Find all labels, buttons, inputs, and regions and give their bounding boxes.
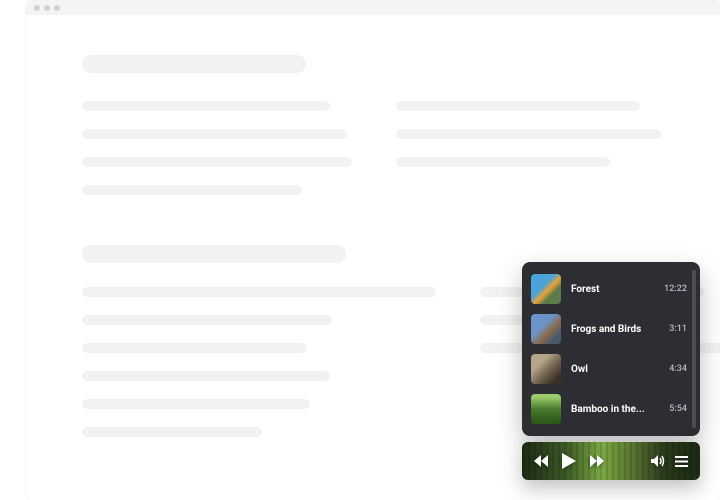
skeleton-line <box>82 129 347 139</box>
skeleton-line <box>82 343 307 353</box>
track-artwork <box>531 394 561 424</box>
player-controls <box>522 442 700 480</box>
track-title: Bamboo in the... <box>571 404 659 415</box>
skeleton-line <box>82 101 330 111</box>
track-duration: 4:34 <box>669 364 687 374</box>
skeleton-line <box>82 287 436 297</box>
traffic-light-close[interactable] <box>34 5 40 11</box>
volume-button[interactable] <box>651 455 665 467</box>
skeleton-title <box>82 55 306 73</box>
track-title: Forest <box>571 284 654 295</box>
track-artwork <box>531 274 561 304</box>
skeleton-line <box>396 129 661 139</box>
traffic-light-minimize[interactable] <box>44 5 50 11</box>
skeleton-columns-1 <box>82 101 664 195</box>
skeleton-line <box>82 185 302 195</box>
skeleton-line <box>82 427 262 437</box>
next-button[interactable] <box>590 455 604 467</box>
track-duration: 12:22 <box>664 284 687 294</box>
skeleton-title <box>82 245 346 263</box>
track-duration: 3:11 <box>669 324 687 334</box>
window-titlebar <box>26 0 720 15</box>
skeleton-line <box>82 157 352 167</box>
track-artwork <box>531 354 561 384</box>
skeleton-line <box>396 157 610 167</box>
playlist-track[interactable]: Frogs and Birds 3:11 <box>529 309 693 349</box>
traffic-light-zoom[interactable] <box>54 5 60 11</box>
skeleton-line <box>82 315 332 325</box>
app-window: Forest 12:22 Frogs and Birds 3:11 Owl 4:34 Bam… <box>26 0 720 500</box>
playlist-panel: Forest 12:22 Frogs and Birds 3:11 Owl 4:34 Bam… <box>522 262 700 436</box>
track-title: Owl <box>571 364 659 375</box>
previous-button[interactable] <box>534 455 548 467</box>
playlist-toggle-button[interactable] <box>675 456 688 467</box>
skeleton-line <box>396 101 640 111</box>
skeleton-line <box>82 399 310 409</box>
playlist-track[interactable]: Owl 4:34 <box>529 349 693 389</box>
playlist-track[interactable]: Bamboo in the... 5:54 <box>529 389 693 429</box>
play-button[interactable] <box>562 453 576 469</box>
skeleton-line <box>82 371 330 381</box>
track-title: Frogs and Birds <box>571 324 659 335</box>
track-artwork <box>531 314 561 344</box>
playlist-track[interactable]: Forest 12:22 <box>529 269 693 309</box>
track-duration: 5:54 <box>669 404 687 414</box>
audio-player: Forest 12:22 Frogs and Birds 3:11 Owl 4:34 Bam… <box>522 262 700 480</box>
